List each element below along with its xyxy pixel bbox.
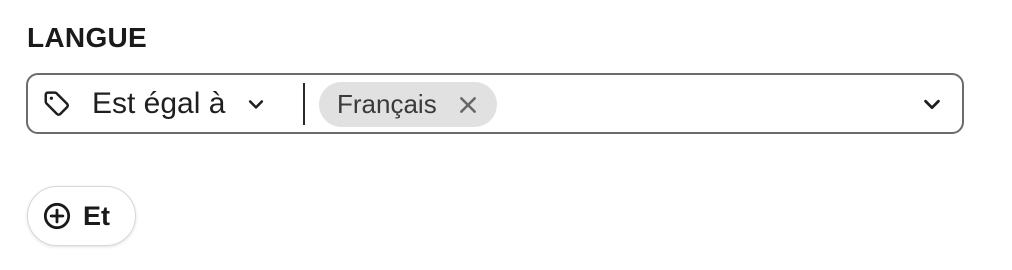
divider bbox=[303, 83, 305, 125]
close-icon[interactable] bbox=[457, 94, 479, 116]
tag-icon bbox=[42, 89, 72, 119]
add-and-condition-button[interactable]: Et bbox=[27, 186, 136, 246]
operator-label: Est égal à bbox=[92, 86, 226, 120]
chevron-down-icon[interactable] bbox=[920, 92, 944, 116]
chip-label: Français bbox=[337, 89, 437, 119]
plus-circle-icon bbox=[43, 202, 71, 230]
field-label-langue: LANGUE bbox=[27, 22, 148, 53]
value-chip: Français bbox=[319, 82, 497, 127]
chevron-down-icon bbox=[245, 93, 267, 115]
and-button-label: Et bbox=[83, 200, 110, 231]
filter-box[interactable]: Est égal à Français bbox=[26, 73, 964, 134]
operator-select[interactable]: Est égal à bbox=[42, 75, 267, 132]
